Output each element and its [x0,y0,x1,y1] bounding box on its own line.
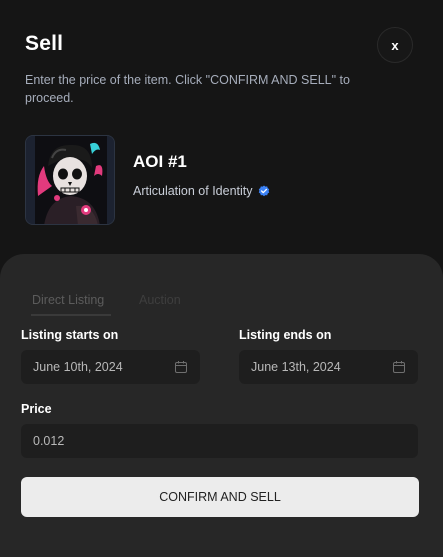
calendar-icon[interactable] [392,360,406,374]
close-icon: x [391,37,399,53]
price-input[interactable]: 0.012 [21,424,418,458]
listing-start-date-field[interactable]: June 10th, 2024 [21,350,200,384]
nft-artwork [26,136,114,224]
close-button[interactable]: x [377,27,413,63]
nft-thumbnail [25,135,115,225]
listing-end-value: June 13th, 2024 [251,360,341,374]
collection-row: Articulation of Identity [133,184,270,198]
calendar-icon[interactable] [174,360,188,374]
price-label: Price [21,402,52,416]
collection-name[interactable]: Articulation of Identity [133,184,253,198]
tab-direct-listing[interactable]: Direct Listing [32,293,104,307]
verified-badge-icon [258,185,269,197]
listing-start-value: June 10th, 2024 [33,360,123,374]
listing-panel: Direct Listing Auction Listing starts on… [0,254,443,557]
tab-auction[interactable]: Auction [139,293,181,307]
nft-name: AOI #1 [133,152,187,171]
listing-end-date-field[interactable]: June 13th, 2024 [239,350,418,384]
modal-instructions: Enter the price of the item. Click "CONF… [25,73,350,105]
listing-start-label: Listing starts on [21,328,119,342]
confirm-and-sell-button[interactable]: CONFIRM AND SELL [21,477,419,517]
modal-title: Sell [25,32,64,55]
listing-end-label: Listing ends on [239,328,332,342]
price-value: 0.012 [33,434,65,448]
active-tab-indicator [31,314,111,316]
sell-modal: Sell x Enter the price of the item. Clic… [0,0,443,557]
